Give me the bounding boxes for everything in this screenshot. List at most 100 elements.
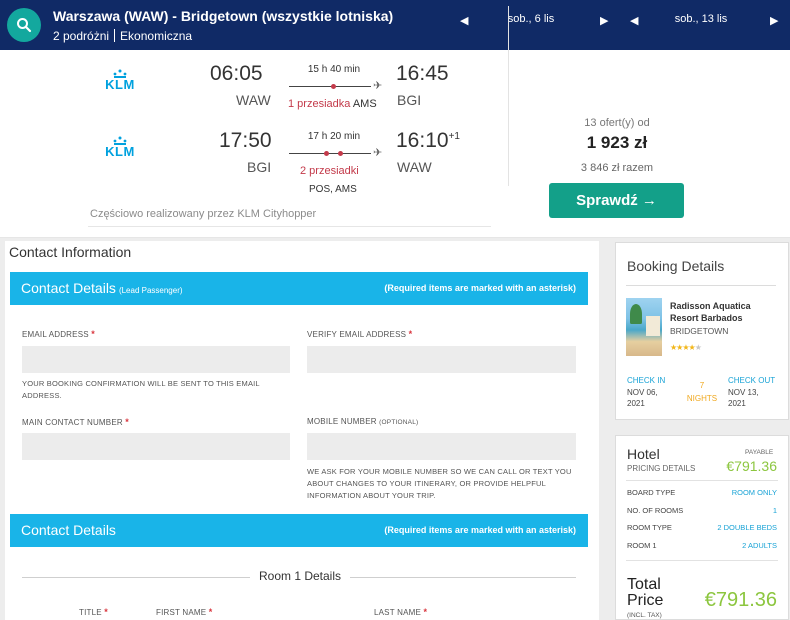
last-name-label-text: LAST NAME — [374, 608, 421, 617]
nights-number: 7 — [699, 381, 705, 390]
building-shape — [646, 316, 660, 336]
card-divider — [508, 6, 509, 186]
plane-icon: ✈ — [373, 80, 383, 92]
hotel-city: BRIDGETOWN — [670, 326, 729, 336]
board-type-value: ROOM ONLY — [731, 488, 777, 497]
email-label: EMAIL ADDRESS * — [22, 329, 95, 339]
contact-details-title-2: Contact Details — [21, 522, 116, 538]
inbound-stop-dot-1 — [324, 151, 329, 156]
star-empty-icon: ★ — [694, 343, 702, 352]
total-price-label: Total Price — [627, 577, 663, 609]
verify-email-label: VERIFY EMAIL ADDRESS * — [307, 329, 412, 339]
outbound-depart-time: 06:05 — [210, 62, 263, 85]
hotel-name[interactable]: Radisson Aquatica Resort Barbados — [670, 300, 780, 324]
outbound-arrive-code: BGI — [397, 92, 422, 108]
inbound-stop-dot-2 — [338, 151, 343, 156]
return-prev-arrow-icon[interactable]: ◀ — [630, 14, 638, 27]
required-asterisk: * — [423, 607, 428, 617]
airline-name: KLM — [105, 144, 135, 159]
inbound-arrive-time-value: 16:10 — [396, 129, 449, 152]
inbound-arrive-code: WAW — [397, 159, 432, 175]
palm-tree-shape — [630, 304, 642, 324]
divider — [114, 29, 116, 42]
total-price: €791.36 — [704, 589, 777, 611]
return-next-arrow-icon[interactable]: ▶ — [770, 14, 778, 27]
email-field[interactable] — [22, 346, 290, 373]
star-filled-icon: ★★★★ — [670, 343, 696, 352]
check-out-date: NOV 13, 2021 — [728, 388, 759, 408]
section-title: Contact Information — [9, 244, 132, 260]
required-asterisk: * — [125, 417, 129, 427]
inbound-depart-code: BGI — [247, 159, 272, 175]
check-out-label: CHECK OUT — [728, 376, 776, 385]
verify-email-field[interactable] — [307, 346, 576, 373]
room-type-label: ROOM TYPE — [627, 523, 672, 532]
lead-passenger-note: (Lead Passenger) — [118, 286, 183, 295]
rooms-count-label: NO. OF ROOMS — [627, 506, 684, 515]
operated-by-note: Częściowo realizowany przez KLM Cityhopp… — [90, 208, 317, 220]
required-asterisk: * — [208, 607, 213, 617]
payable-label: PAYABLE — [745, 449, 774, 456]
divider — [626, 480, 778, 481]
mobile-label-text: MOBILE NUMBER — [307, 417, 377, 426]
outbound-depart-code: WAW — [236, 92, 271, 108]
required-note-2: (Required items are marked with an aster… — [384, 525, 576, 535]
hotel-price: €791.36 — [726, 458, 777, 474]
inbound-stops-count: 2 przesiadki — [300, 165, 359, 177]
search-summary-bar: Warszawa (WAW) - Bridgetown (wszystkie l… — [0, 0, 790, 50]
check-offer-button[interactable]: Sprawdź → — [549, 183, 684, 218]
contact-details-header: Contact Details (Lead Passenger) (Require… — [10, 272, 588, 305]
day-offset: +1 — [448, 131, 460, 142]
inbound-route-line — [289, 153, 371, 154]
verify-email-label-text: VERIFY EMAIL ADDRESS — [307, 330, 407, 339]
contact-details-header-2: Contact Details (Required items are mark… — [10, 514, 588, 547]
divider — [88, 226, 491, 227]
hotel-image — [626, 298, 662, 356]
main-contact-label-text: MAIN CONTACT NUMBER — [22, 418, 123, 427]
required-asterisk: * — [408, 329, 413, 339]
flight-price: 1 923 zł — [586, 133, 648, 152]
total-label-line-1: Total — [627, 576, 661, 593]
airline-name: KLM — [105, 77, 135, 92]
depart-prev-arrow-icon[interactable]: ◀ — [460, 14, 468, 27]
flight-total: 3 846 zł razem — [580, 162, 654, 174]
outbound-arrive-time: 16:45 — [396, 62, 449, 85]
room-1-label: ROOM 1 — [627, 541, 657, 550]
divider — [626, 560, 778, 561]
route-title[interactable]: Warszawa (WAW) - Bridgetown (wszystkie l… — [53, 8, 393, 24]
depart-next-arrow-icon[interactable]: ▶ — [600, 14, 608, 27]
incl-tax-note: (INCL. TAX) — [627, 612, 662, 619]
outbound-route-line — [289, 86, 371, 87]
inbound-depart-time: 17:50 — [219, 129, 272, 152]
room-title: Room 1 Details — [250, 569, 350, 583]
title-label-text: TITLE — [79, 608, 102, 617]
mobile-field[interactable] — [307, 433, 576, 460]
depart-date[interactable]: sob., 6 lis — [491, 13, 571, 25]
outbound-stops-count: 1 przesiadka — [288, 98, 351, 110]
search-button[interactable] — [7, 8, 41, 42]
return-date[interactable]: sob., 13 lis — [661, 13, 741, 25]
room-1-value: 2 ADULTS — [742, 541, 777, 550]
total-label-line-2: Price — [627, 592, 664, 609]
title-label: TITLE * — [79, 607, 108, 617]
rooms-count-value: 1 — [772, 506, 777, 515]
search-icon — [17, 18, 32, 33]
pricing-title: Hotel — [627, 446, 660, 462]
inbound-arrive-time: 16:10+1 — [396, 129, 460, 153]
mobile-note: WE ASK FOR YOUR MOBILE NUMBER SO WE CAN … — [307, 467, 572, 500]
room-type-value: 2 DOUBLE BEDS — [717, 523, 777, 532]
contact-details-title: Contact Details (Lead Passenger) — [21, 280, 183, 296]
booking-details-title: Booking Details — [627, 258, 725, 274]
required-asterisk: * — [91, 329, 95, 339]
divider — [626, 285, 776, 286]
main-contact-field[interactable] — [22, 433, 290, 460]
nights-count: 7 NIGHTS — [682, 379, 722, 405]
last-name-label: LAST NAME * — [374, 607, 427, 617]
outbound-duration: 15 h 40 min — [307, 64, 361, 75]
required-note: (Required items are marked with an aster… — [384, 283, 576, 293]
travellers-count: 2 podróżni — [53, 29, 110, 43]
klm-logo: KLM — [100, 69, 140, 91]
inbound-via: POS, AMS — [309, 184, 357, 195]
check-in-label: CHECK IN — [627, 376, 666, 385]
travellers-cabin[interactable]: 2 podróżni Ekonomiczna — [53, 29, 192, 43]
